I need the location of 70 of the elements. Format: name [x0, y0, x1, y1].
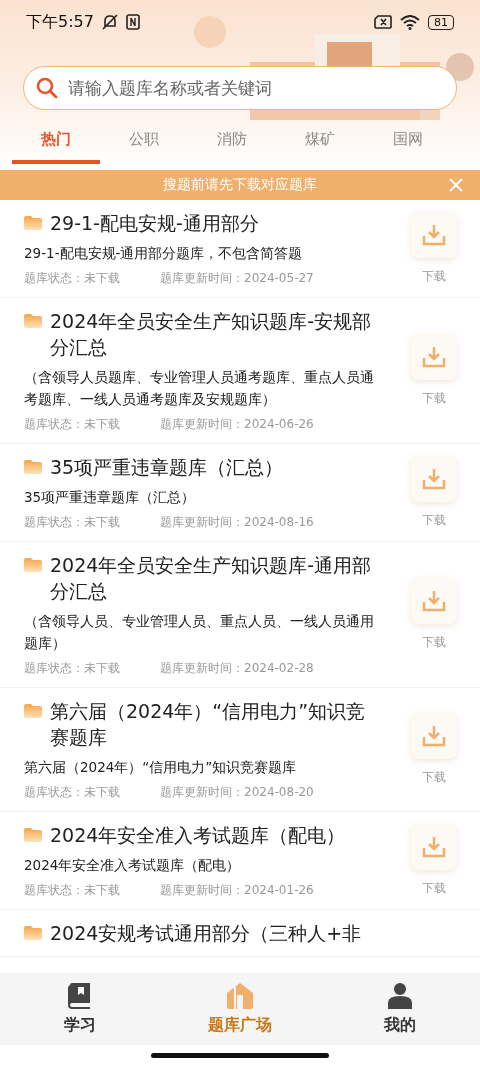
bank-status: 题库状态：未下载: [24, 514, 120, 531]
download-label: 下载: [422, 634, 446, 651]
folder-icon: [24, 460, 42, 474]
download-button[interactable]: [411, 212, 457, 258]
bank-title[interactable]: 35项严重违章题库（汇总）: [50, 454, 294, 480]
bank-update-time: 题库更新时间：2024-02-28: [160, 660, 314, 677]
bank-title[interactable]: 2024年安全准入考试题库（配电）: [50, 822, 356, 848]
bank-status: 题库状态：未下载: [24, 660, 120, 677]
download-label: 下载: [422, 880, 446, 897]
folder-icon: [24, 314, 42, 328]
bank-description: （含领导人员题库、专业管理人员通考题库、重点人员通考题库、一线人员通考题库及安规题库）: [24, 368, 375, 409]
search-field[interactable]: 请输入题库名称或者关键词: [23, 66, 457, 110]
house-icon: [227, 982, 253, 1009]
download-button[interactable]: [411, 578, 457, 624]
bank-title[interactable]: 2024年全员安全生产知识题库-安规部分汇总: [50, 308, 382, 360]
nfc-icon: [125, 14, 140, 30]
category-tab[interactable]: 国网: [364, 124, 452, 164]
wifi-icon: [400, 14, 420, 30]
bank-status: 题库状态：未下载: [24, 270, 120, 287]
bank-description: （含领导人员、专业管理人员、重点人员、一线人员通用题库）: [24, 612, 375, 653]
download-icon: [422, 590, 446, 612]
download-button[interactable]: [411, 713, 457, 759]
bank-description: 35项严重违章题库（汇总）: [24, 488, 197, 507]
battery-indicator: 81: [428, 14, 454, 30]
bank-update-time: 题库更新时间：2024-06-26: [160, 416, 314, 433]
folder-icon: [24, 558, 42, 572]
person-icon: [388, 982, 412, 1009]
bank-status: 题库状态：未下载: [24, 416, 120, 433]
download-label: 下载: [422, 769, 446, 786]
folder-icon: [24, 926, 42, 940]
search-icon: [36, 77, 58, 99]
bank-status: 题库状态：未下载: [24, 784, 120, 801]
download-icon: [422, 468, 446, 490]
download-label: 下载: [422, 268, 446, 285]
sim-icon: [374, 15, 392, 29]
folder-icon: [24, 704, 42, 718]
notice-text: 搜题前请先下载对应题库: [163, 176, 317, 194]
download-button[interactable]: [411, 824, 457, 870]
bank-description: 2024年安全准入考试题库（配电）: [24, 856, 242, 875]
bank-update-time: 题库更新时间：2024-01-26: [160, 882, 314, 899]
bank-title[interactable]: 2024安规考试通用部分（三种人+非: [50, 920, 372, 946]
bank-title[interactable]: 2024年全员安全生产知识题库-通用部分汇总: [50, 552, 382, 604]
download-icon: [422, 224, 446, 246]
folder-icon: [24, 216, 42, 230]
download-icon: [422, 346, 446, 368]
bank-description: 第六届（2024年）“信用电力”知识竞赛题库: [24, 758, 298, 777]
bank-update-time: 题库更新时间：2024-08-16: [160, 514, 314, 531]
download-icon: [422, 725, 446, 747]
category-tab[interactable]: 热门: [12, 124, 100, 164]
book-icon: [68, 982, 92, 1009]
nav-tab[interactable]: 我的: [320, 973, 480, 1045]
bank-status: 题库状态：未下载: [24, 882, 120, 899]
download-button[interactable]: [411, 456, 457, 502]
category-tab[interactable]: 公职: [100, 124, 188, 164]
bank-update-time: 题库更新时间：2024-08-20: [160, 784, 314, 801]
bank-description: 29-1-配电安规-通用部分题库，不包含简答题: [24, 244, 304, 263]
status-time: 下午5:57: [26, 11, 94, 33]
category-tab[interactable]: 消防: [188, 124, 276, 164]
download-label: 下载: [422, 390, 446, 407]
bank-update-time: 题库更新时间：2024-05-27: [160, 270, 314, 287]
bank-title[interactable]: 第六届（2024年）“信用电力”知识竞赛题库: [50, 698, 382, 750]
folder-icon: [24, 828, 42, 842]
bell-off-icon: [101, 14, 118, 30]
download-label: 下载: [422, 512, 446, 529]
bank-title[interactable]: 29-1-配电安规-通用部分: [50, 210, 269, 236]
close-button[interactable]: [448, 177, 464, 193]
download-icon: [422, 836, 446, 858]
category-tab[interactable]: 煤矿: [276, 124, 364, 164]
nav-tab[interactable]: 学习: [0, 973, 160, 1045]
download-button[interactable]: [411, 334, 457, 380]
